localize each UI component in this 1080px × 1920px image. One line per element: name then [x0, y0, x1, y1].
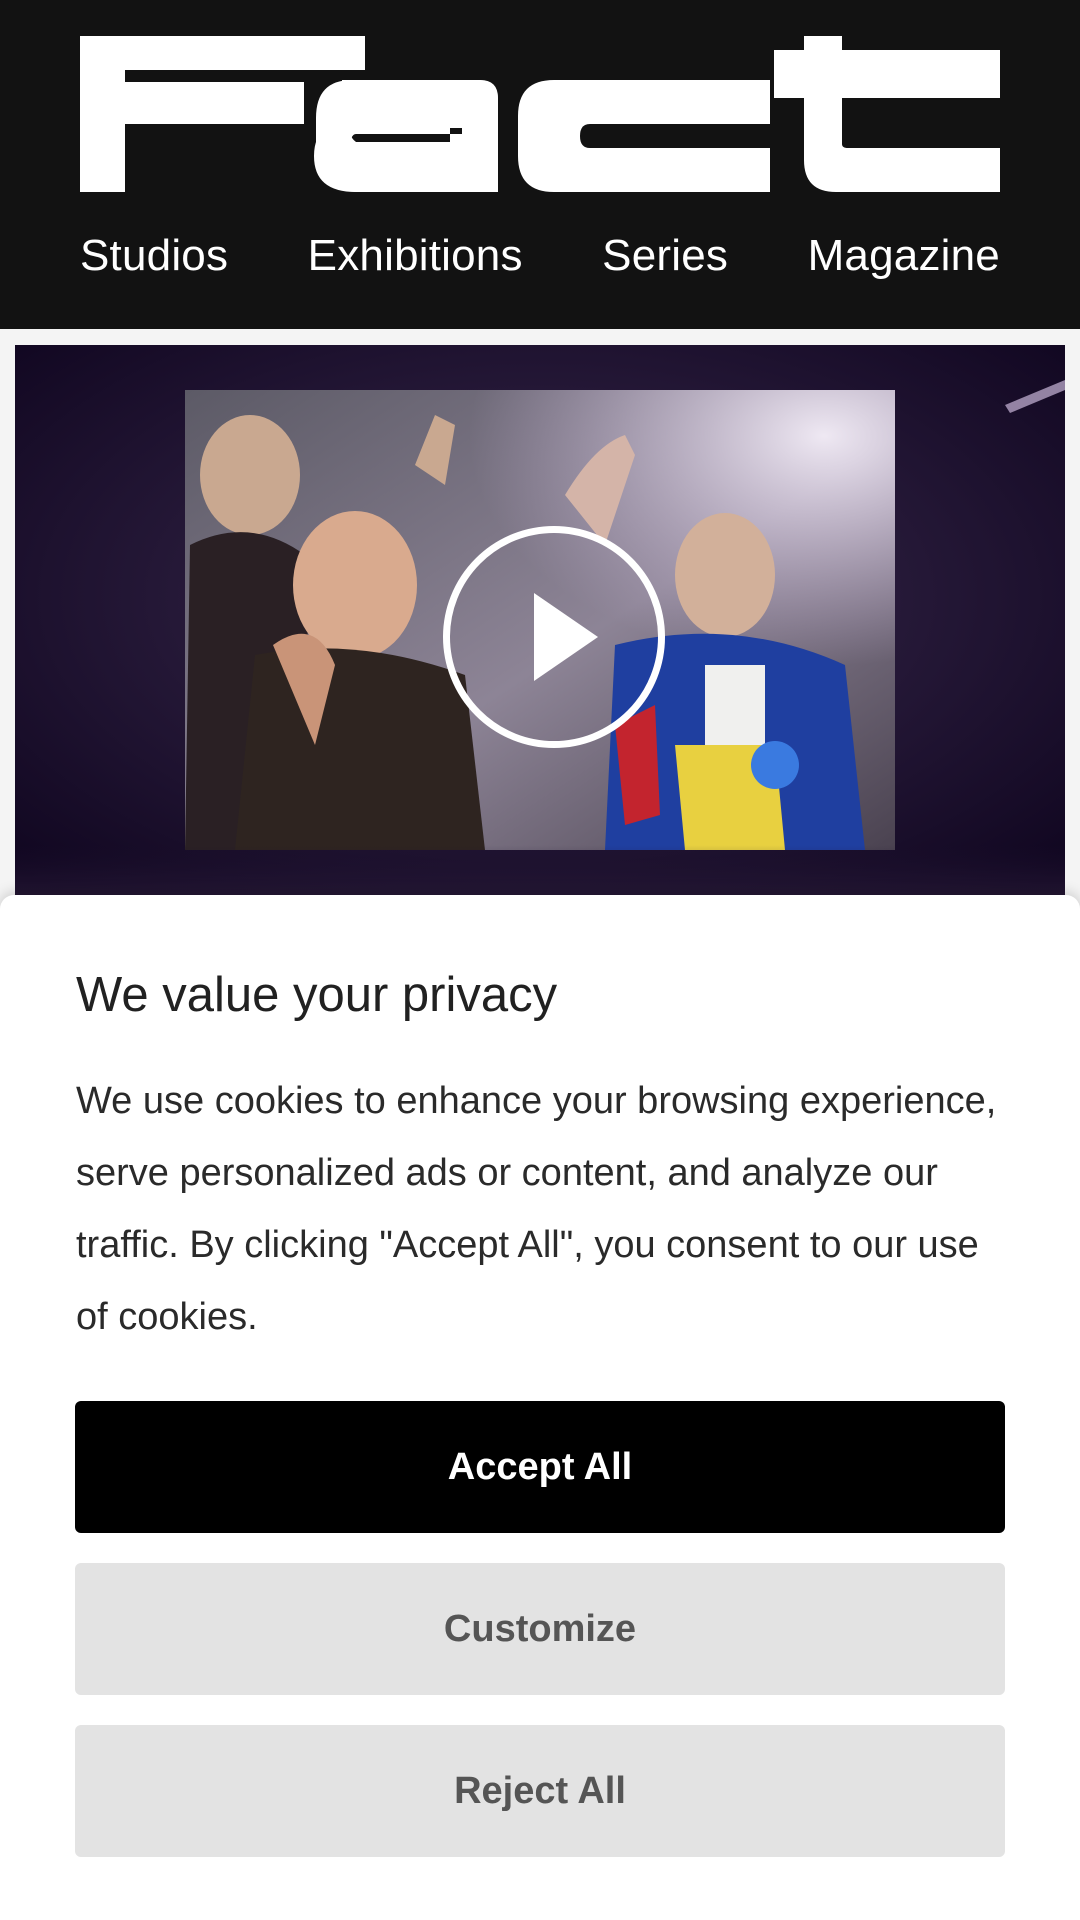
cookie-description: We use cookies to enhance your browsing …	[76, 1080, 997, 1338]
nav-item-studios[interactable]: Studios	[80, 224, 228, 288]
site-header: Studios Exhibitions Series Magazine	[0, 0, 1080, 329]
customize-button[interactable]: Customize	[75, 1563, 1005, 1695]
hero-video[interactable]	[15, 345, 1065, 905]
cookie-title: We value your privacy	[76, 968, 558, 1022]
nav-item-exhibitions[interactable]: Exhibitions	[308, 224, 523, 288]
reject-all-button[interactable]: Reject All	[75, 1725, 1005, 1857]
nav-item-magazine[interactable]: Magazine	[808, 224, 1000, 288]
main-nav: Studios Exhibitions Series Magazine	[80, 224, 1000, 288]
play-button[interactable]	[443, 526, 665, 748]
fact-logo[interactable]	[80, 36, 1000, 192]
play-icon	[534, 593, 598, 681]
nav-item-series[interactable]: Series	[602, 224, 728, 288]
accept-all-button[interactable]: Accept All	[75, 1401, 1005, 1533]
cookie-consent-banner: We value your privacy We use cookies to …	[0, 895, 1080, 1920]
